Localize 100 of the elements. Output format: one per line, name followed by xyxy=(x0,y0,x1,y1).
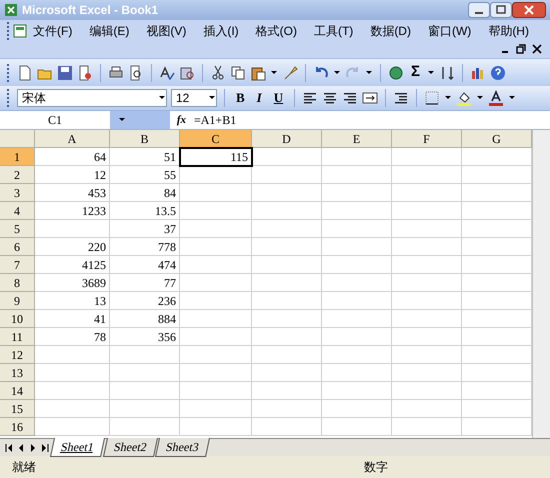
caret-icon[interactable] xyxy=(208,94,216,102)
caret-icon[interactable] xyxy=(118,116,126,124)
table-cell[interactable] xyxy=(110,364,180,382)
table-cell[interactable] xyxy=(180,166,252,184)
table-cell[interactable] xyxy=(180,400,252,418)
new-document-icon[interactable] xyxy=(17,64,33,80)
caret-icon[interactable] xyxy=(158,94,166,102)
help-icon[interactable] xyxy=(490,64,506,80)
function-button[interactable]: fx xyxy=(170,112,190,128)
table-cell[interactable] xyxy=(180,364,252,382)
table-cell[interactable]: 77 xyxy=(110,274,180,292)
scissors-icon[interactable] xyxy=(210,64,226,80)
table-cell[interactable] xyxy=(180,310,252,328)
caret-icon[interactable] xyxy=(508,94,516,102)
table-cell[interactable] xyxy=(322,256,392,274)
table-cell[interactable]: 41 xyxy=(35,310,110,328)
table-cell[interactable] xyxy=(35,346,110,364)
table-cell[interactable] xyxy=(110,382,180,400)
menu-item[interactable]: 帮助(H) xyxy=(482,22,535,40)
table-cell[interactable]: 64 xyxy=(35,148,110,166)
row-header[interactable]: 8 xyxy=(0,274,35,292)
table-cell[interactable] xyxy=(252,382,322,400)
table-cell[interactable] xyxy=(35,418,110,436)
row-header[interactable]: 5 xyxy=(0,220,35,238)
table-cell[interactable] xyxy=(252,328,322,346)
table-cell[interactable] xyxy=(252,364,322,382)
row-header[interactable]: 16 xyxy=(0,418,35,436)
table-cell[interactable] xyxy=(180,382,252,400)
borders-icon[interactable] xyxy=(424,90,440,106)
table-cell[interactable]: 51 xyxy=(110,148,180,166)
close-icon[interactable] xyxy=(512,2,546,18)
row-header[interactable]: 10 xyxy=(0,310,35,328)
table-cell[interactable] xyxy=(392,346,462,364)
table-cell[interactable]: 778 xyxy=(110,238,180,256)
table-cell[interactable] xyxy=(392,238,462,256)
caret-icon[interactable] xyxy=(427,68,436,76)
table-cell[interactable]: 236 xyxy=(110,292,180,310)
spelling-icon[interactable] xyxy=(159,64,175,80)
table-cell[interactable] xyxy=(35,400,110,418)
table-cell[interactable] xyxy=(252,400,322,418)
row-header[interactable]: 6 xyxy=(0,238,35,256)
caret-icon[interactable] xyxy=(444,94,452,102)
row-header[interactable]: 15 xyxy=(0,400,35,418)
merge-center-icon[interactable] xyxy=(362,90,378,106)
column-header[interactable]: C xyxy=(180,130,252,148)
table-cell[interactable] xyxy=(322,418,392,436)
align-right-icon[interactable] xyxy=(342,90,358,106)
name-box[interactable]: C1 xyxy=(0,111,110,129)
table-cell[interactable] xyxy=(252,238,322,256)
table-cell[interactable] xyxy=(252,202,322,220)
table-cell[interactable] xyxy=(252,184,322,202)
table-cell[interactable] xyxy=(110,418,180,436)
table-cell[interactable] xyxy=(392,292,462,310)
font-size-field[interactable]: 12 xyxy=(171,89,217,107)
column-header[interactable]: G xyxy=(462,130,532,148)
table-cell[interactable]: 4125 xyxy=(35,256,110,274)
table-cell[interactable] xyxy=(110,346,180,364)
table-cell[interactable] xyxy=(252,274,322,292)
last-sheet-icon[interactable] xyxy=(40,442,50,452)
table-cell[interactable] xyxy=(252,418,322,436)
table-cell[interactable] xyxy=(35,220,110,238)
table-cell[interactable] xyxy=(180,328,252,346)
indent-icon[interactable] xyxy=(393,90,410,106)
italic-button[interactable]: I xyxy=(252,88,266,108)
table-cell[interactable] xyxy=(322,382,392,400)
table-cell[interactable]: 78 xyxy=(35,328,110,346)
table-cell[interactable] xyxy=(322,274,392,292)
document-icon[interactable] xyxy=(77,64,93,80)
align-left-icon[interactable] xyxy=(302,90,318,106)
copy-icon[interactable] xyxy=(230,64,246,80)
maximize-icon[interactable] xyxy=(490,2,512,18)
menu-item[interactable]: 工具(T) xyxy=(308,22,360,40)
table-cell[interactable] xyxy=(392,202,462,220)
row-header[interactable]: 4 xyxy=(0,202,35,220)
table-cell[interactable] xyxy=(110,400,180,418)
table-cell[interactable] xyxy=(392,400,462,418)
table-cell[interactable] xyxy=(252,166,322,184)
first-sheet-icon[interactable] xyxy=(4,442,14,452)
row-header[interactable]: 2 xyxy=(0,166,35,184)
table-cell[interactable]: 13.5 xyxy=(110,202,180,220)
paintbrush-icon[interactable] xyxy=(282,64,298,80)
table-cell[interactable] xyxy=(322,238,392,256)
table-cell[interactable]: 115 xyxy=(180,148,252,166)
table-cell[interactable] xyxy=(180,238,252,256)
font-name-field[interactable]: 宋体 xyxy=(17,89,167,107)
table-cell[interactable]: 220 xyxy=(35,238,110,256)
save-icon[interactable] xyxy=(57,64,73,80)
menu-item[interactable]: 窗口(W) xyxy=(422,22,478,40)
select-all-corner[interactable] xyxy=(0,130,35,148)
table-cell[interactable]: 474 xyxy=(110,256,180,274)
column-header[interactable]: A xyxy=(35,130,110,148)
restore-icon[interactable] xyxy=(516,44,526,54)
close-icon[interactable] xyxy=(532,44,542,54)
table-cell[interactable] xyxy=(392,148,462,166)
table-cell[interactable] xyxy=(252,310,322,328)
table-cell[interactable] xyxy=(322,184,392,202)
table-cell[interactable] xyxy=(322,166,392,184)
menu-item[interactable]: 文件(F) xyxy=(27,22,78,40)
vertical-scrollbar[interactable] xyxy=(532,130,550,438)
align-center-icon[interactable] xyxy=(322,90,338,106)
